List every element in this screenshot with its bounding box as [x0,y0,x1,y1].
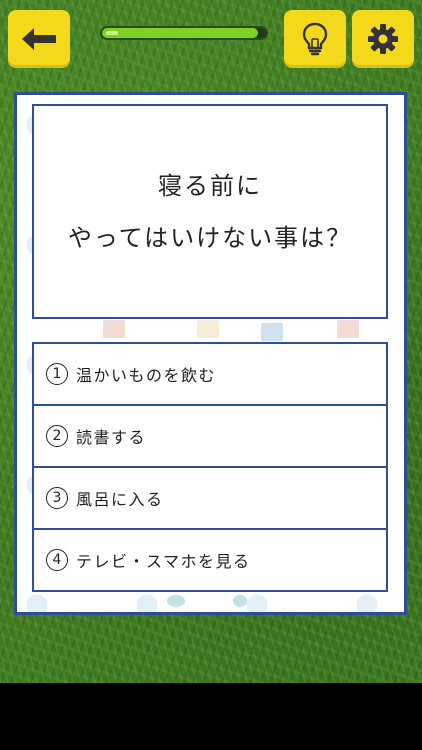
gear-icon [368,24,398,54]
decorative-tree [233,595,247,607]
progress-highlight [106,31,118,35]
answer-option-1[interactable]: 1 温かいものを飲む [32,342,388,406]
answer-list: 1 温かいものを飲む 2 読書する 3 風呂に入る 4 テレビ・スマホを見る [32,342,388,592]
answer-number: 2 [46,425,68,447]
back-button[interactable] [8,10,70,68]
question-line-1: 寝る前に [158,171,262,200]
bottom-bar [0,683,422,750]
progress-fill [102,28,258,38]
answer-label: テレビ・スマホを見る [76,552,251,571]
settings-button[interactable] [352,10,414,68]
answer-number: 1 [46,363,68,385]
answer-label: 風呂に入る [76,490,164,509]
hint-button[interactable] [284,10,346,68]
answer-option-4[interactable]: 4 テレビ・スマホを見る [32,528,388,592]
decorative-tree [167,595,185,607]
decorative-house [103,320,125,338]
answer-number: 4 [46,549,68,571]
answer-label: 温かいものを飲む [76,366,217,385]
decorative-house [197,320,219,338]
answer-option-3[interactable]: 3 風呂に入る [32,466,388,530]
answer-option-2[interactable]: 2 読書する [32,404,388,468]
lightbulb-icon [302,22,328,56]
decorative-house [261,323,283,341]
answer-label: 読書する [76,428,147,447]
answer-number: 3 [46,487,68,509]
question-line-2: やってはいけない事は？ [67,223,353,252]
question-box: 寝る前に やってはいけない事は？ [32,104,388,319]
progress-bar [100,26,268,40]
decorative-house [337,320,359,338]
arrow-left-icon [22,28,56,50]
